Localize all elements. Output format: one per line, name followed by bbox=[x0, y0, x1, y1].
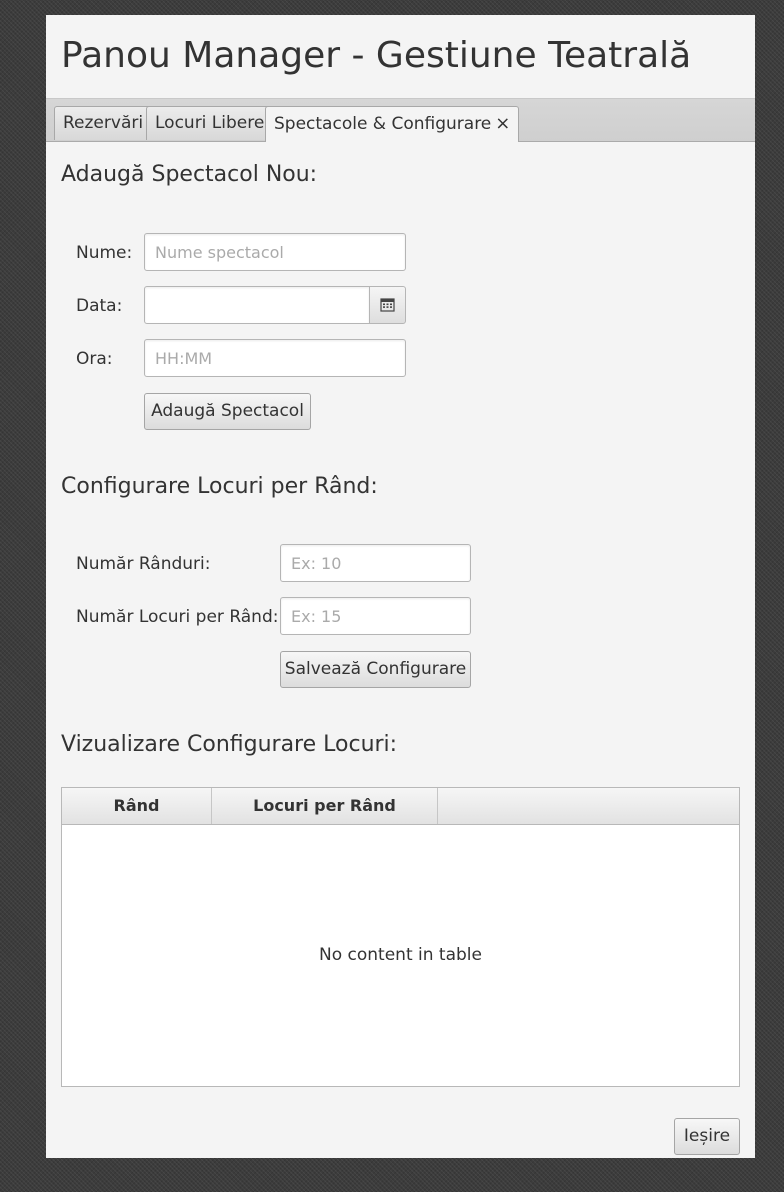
rows-label: Număr Rânduri: bbox=[76, 554, 211, 574]
tab-label: Rezervări bbox=[63, 113, 144, 133]
tab-locuri-libere[interactable]: Locuri Libere bbox=[146, 106, 274, 140]
date-picker-button[interactable] bbox=[369, 286, 406, 324]
close-icon[interactable]: × bbox=[495, 113, 510, 134]
tab-strip: Rezervări Locuri Libere Spectacole & Con… bbox=[46, 99, 755, 142]
show-name-input[interactable] bbox=[144, 233, 406, 271]
time-label: Ora: bbox=[76, 349, 113, 369]
seats-per-row-input[interactable] bbox=[280, 597, 471, 635]
tab-label: Spectacole & Configurare bbox=[274, 114, 492, 134]
column-header-locuri[interactable]: Locuri per Rând bbox=[212, 788, 438, 824]
name-label: Nume: bbox=[76, 243, 133, 263]
exit-button[interactable]: Ieșire bbox=[674, 1118, 740, 1155]
table-empty-placeholder: No content in table bbox=[319, 945, 482, 965]
tab-rezervari[interactable]: Rezervări bbox=[54, 106, 153, 140]
main-window: Panou Manager - Gestiune Teatrală Rezerv… bbox=[46, 15, 755, 1158]
save-config-button[interactable]: Salvează Configurare bbox=[280, 651, 471, 688]
date-label: Data: bbox=[76, 296, 123, 316]
add-show-button[interactable]: Adaugă Spectacol bbox=[144, 393, 311, 430]
seats-per-row-label: Număr Locuri per Rând: bbox=[76, 607, 279, 627]
title-header: Panou Manager - Gestiune Teatrală bbox=[46, 15, 755, 99]
preview-heading: Vizualizare Configurare Locuri: bbox=[61, 732, 398, 757]
tab-spectacole-configurare[interactable]: Spectacole & Configurare × bbox=[265, 106, 520, 142]
show-time-input[interactable] bbox=[144, 339, 406, 377]
add-show-heading: Adaugă Spectacol Nou: bbox=[61, 162, 318, 187]
calendar-icon bbox=[380, 298, 395, 312]
seat-config-table[interactable]: Rând Locuri per Rând No content in table bbox=[61, 787, 740, 1087]
table-header: Rând Locuri per Rând bbox=[62, 788, 739, 825]
column-header-rand[interactable]: Rând bbox=[62, 788, 212, 824]
date-input[interactable] bbox=[144, 286, 370, 324]
window-title: Panou Manager - Gestiune Teatrală bbox=[61, 35, 692, 76]
seat-config-heading: Configurare Locuri per Rând: bbox=[61, 474, 378, 499]
tab-label: Locuri Libere bbox=[155, 113, 265, 133]
rows-count-input[interactable] bbox=[280, 544, 471, 582]
